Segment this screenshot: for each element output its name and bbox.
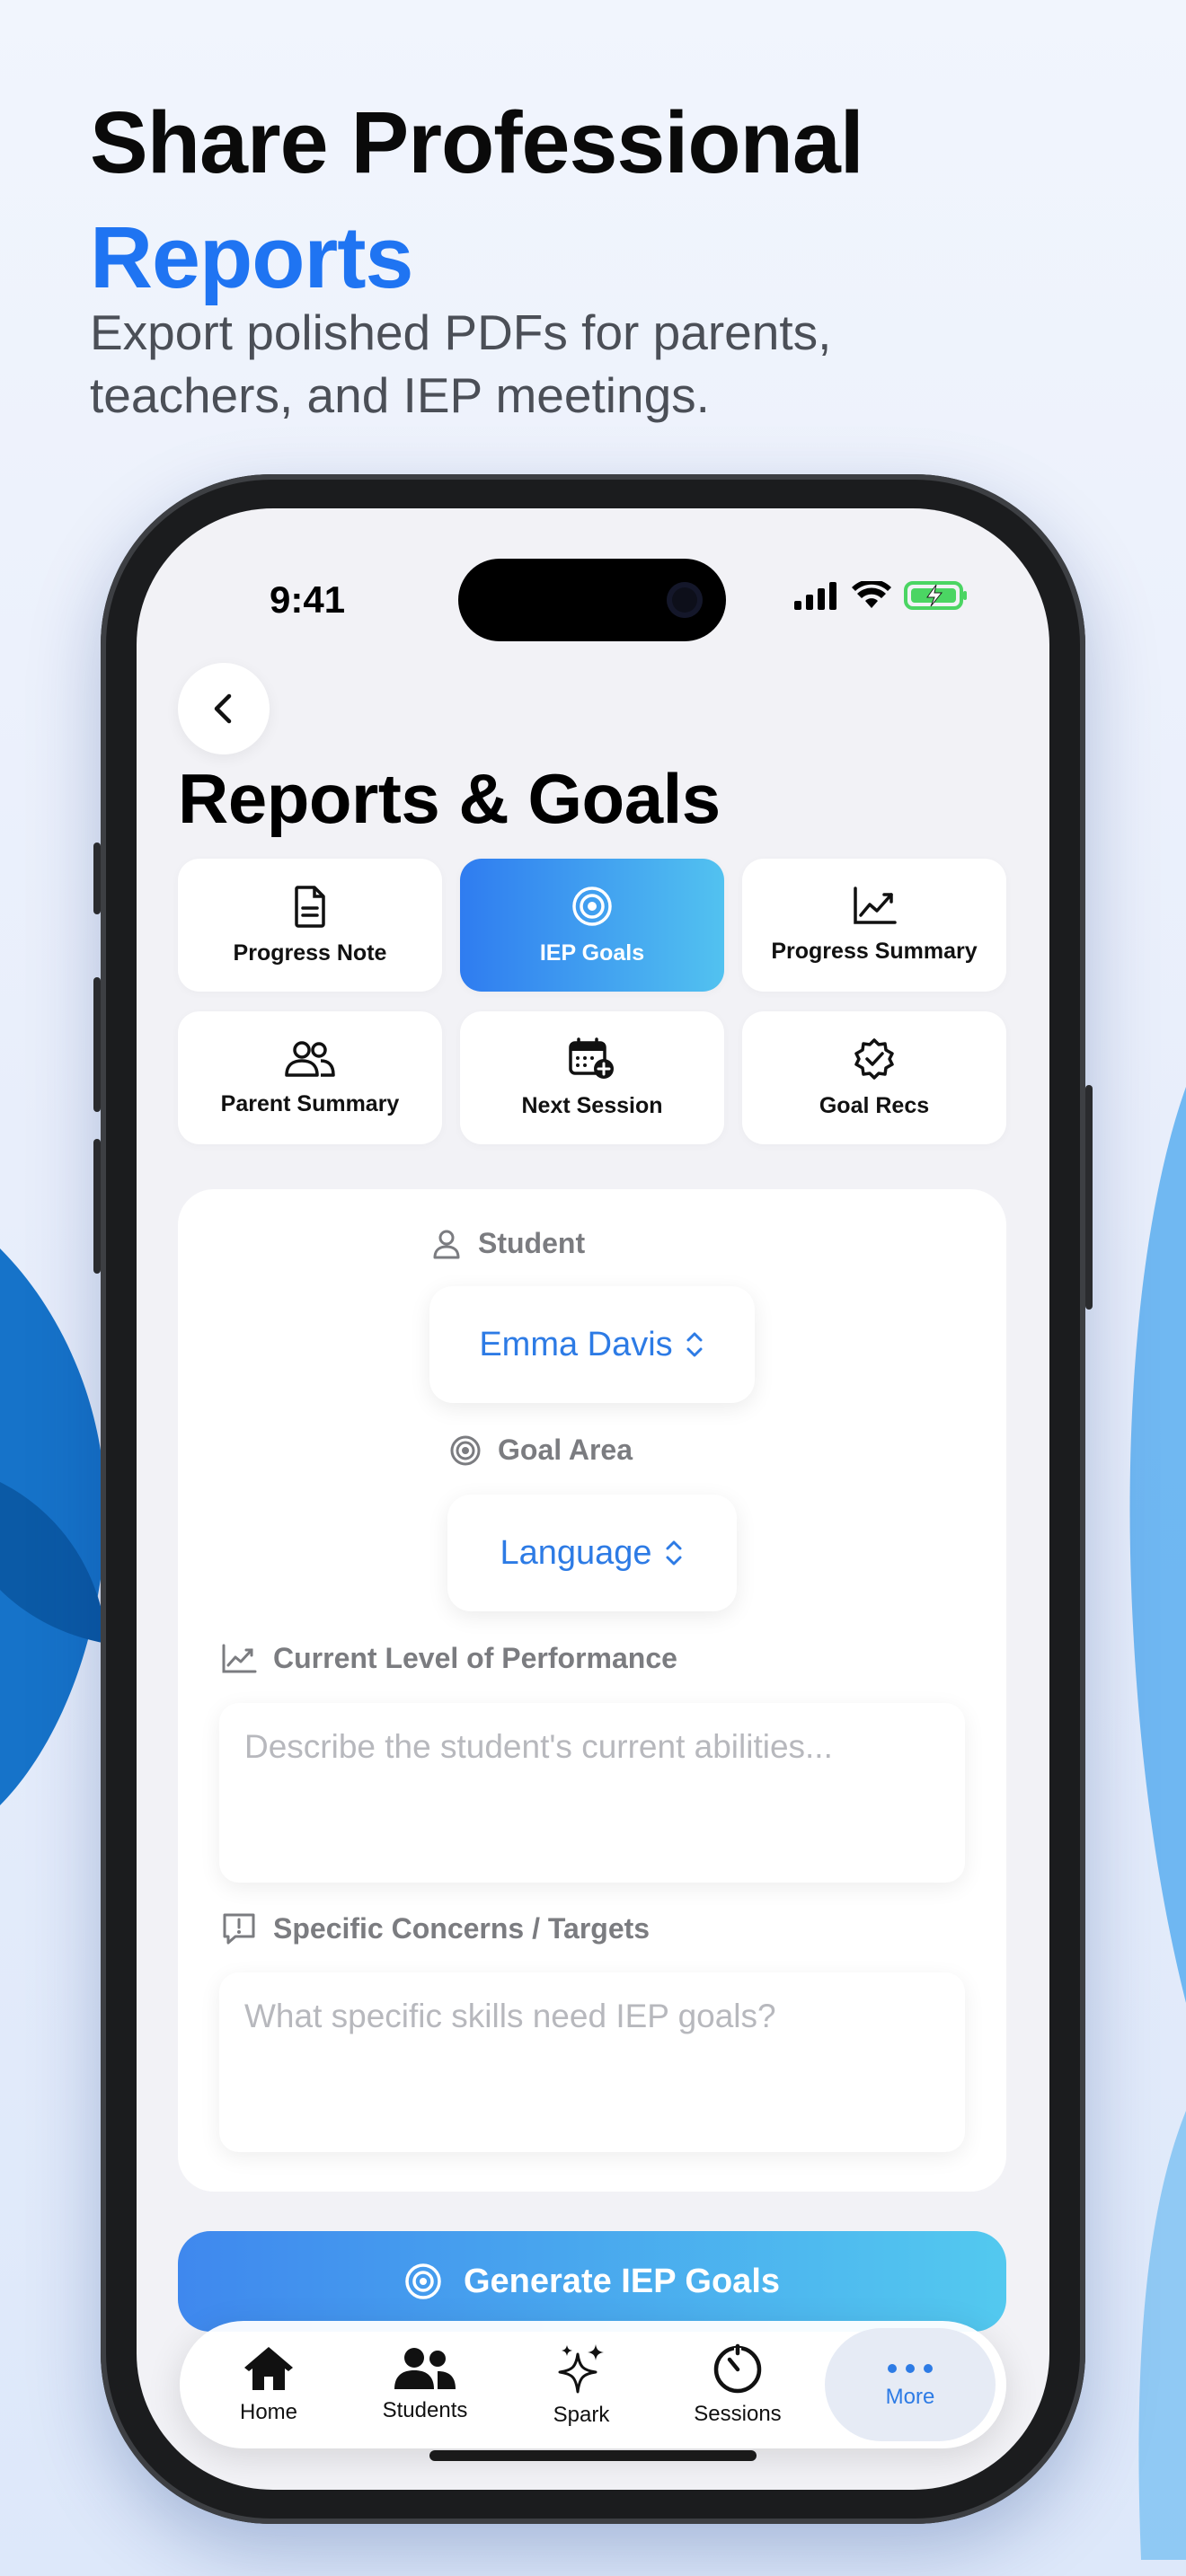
performance-label: Current Level of Performance bbox=[273, 1642, 677, 1674]
marketing-headline: Share Professional Reports bbox=[90, 85, 864, 315]
concerns-placeholder: What specific skills need IEP goals? bbox=[244, 1998, 776, 2034]
people-icon bbox=[394, 2348, 456, 2389]
chevron-up-down-icon bbox=[686, 1332, 703, 1357]
marketing-subhead: Export polished PDFs for parents, teache… bbox=[90, 304, 832, 423]
chevron-up-down-icon bbox=[666, 1540, 682, 1566]
tile-next-session[interactable]: Next Session bbox=[460, 1011, 724, 1144]
ellipsis-icon bbox=[888, 2364, 933, 2373]
target-icon bbox=[450, 1435, 481, 1465]
wifi-icon bbox=[852, 581, 891, 608]
goal-area-label: Goal Area bbox=[498, 1434, 633, 1466]
performance-label-row: Current Level of Performance bbox=[221, 1642, 677, 1675]
target-icon bbox=[405, 2263, 441, 2299]
tile-progress-summary[interactable]: Progress Summary bbox=[742, 859, 1006, 992]
house-icon bbox=[244, 2347, 293, 2390]
person-icon bbox=[433, 1230, 460, 1258]
report-type-grid: Progress Note IEP Goals Progress Summary bbox=[178, 859, 1006, 1144]
goal-area-picker[interactable]: Language bbox=[447, 1495, 737, 1611]
tile-progress-note[interactable]: Progress Note bbox=[178, 859, 442, 992]
tab-spark[interactable]: Spark bbox=[505, 2321, 658, 2448]
battery-charging-icon bbox=[904, 581, 967, 610]
goal-area-value: Language bbox=[500, 1533, 652, 1572]
dynamic-island bbox=[458, 559, 726, 641]
performance-placeholder: Describe the student's current abilities… bbox=[244, 1728, 833, 1765]
chevron-left-icon bbox=[214, 693, 232, 724]
tile-label: Next Session bbox=[521, 1092, 663, 1118]
app-screen: 9:41 Reports & Goals Progress Note IEP G… bbox=[137, 508, 1049, 2490]
generate-iep-goals-button[interactable]: Generate IEP Goals bbox=[178, 2231, 1006, 2332]
tab-bar: Home Students Spark Sessions More bbox=[180, 2321, 1006, 2448]
tile-label: Parent Summary bbox=[220, 1090, 400, 1116]
tab-label: Home bbox=[239, 2400, 298, 2424]
headline-line-2: Reports bbox=[90, 208, 413, 306]
tab-sessions[interactable]: Sessions bbox=[661, 2321, 814, 2448]
tab-more[interactable]: More bbox=[825, 2328, 996, 2441]
tile-label: Progress Summary bbox=[771, 938, 978, 964]
tab-label: Spark bbox=[553, 2403, 610, 2427]
page-title: Reports & Goals bbox=[178, 759, 721, 838]
goal-area-label-row: Goal Area bbox=[449, 1434, 633, 1467]
tab-label: More bbox=[885, 2385, 935, 2409]
tile-parent-summary[interactable]: Parent Summary bbox=[178, 1011, 442, 1144]
people-icon bbox=[285, 1040, 335, 1077]
concerns-label-row: Specific Concerns / Targets bbox=[221, 1911, 650, 1945]
status-time: 9:41 bbox=[270, 578, 346, 621]
iep-form-card: Student Emma Davis Goal Area Language Cu… bbox=[178, 1189, 1006, 2192]
concerns-label: Specific Concerns / Targets bbox=[273, 1911, 651, 1945]
performance-textarea[interactable]: Describe the student's current abilities… bbox=[219, 1703, 965, 1883]
home-indicator bbox=[429, 2450, 757, 2461]
student-value: Emma Davis bbox=[479, 1325, 673, 1363]
student-picker[interactable]: Emma Davis bbox=[429, 1286, 755, 1403]
tile-label: Goal Recs bbox=[819, 1092, 930, 1118]
tile-goal-recs[interactable]: Goal Recs bbox=[742, 1011, 1006, 1144]
target-icon bbox=[572, 886, 612, 926]
tile-label: IEP Goals bbox=[539, 940, 645, 966]
tile-label: Progress Note bbox=[233, 940, 387, 966]
student-label: Student bbox=[478, 1227, 586, 1259]
timer-icon bbox=[713, 2343, 762, 2394]
tab-students[interactable]: Students bbox=[349, 2321, 501, 2448]
headline-line-1: Share Professional bbox=[90, 93, 864, 191]
sparkles-icon bbox=[558, 2344, 604, 2394]
tab-home[interactable]: Home bbox=[192, 2321, 345, 2448]
exclamation-bubble-icon bbox=[223, 1913, 255, 1945]
signal-icon bbox=[794, 582, 836, 610]
chart-line-icon bbox=[222, 1644, 257, 1672]
tab-label: Students bbox=[382, 2398, 468, 2422]
phone-frame: 9:41 Reports & Goals Progress Note IEP G… bbox=[93, 474, 1093, 2524]
badge-check-icon bbox=[854, 1037, 894, 1080]
generate-label: Generate IEP Goals bbox=[463, 2262, 781, 2300]
document-icon bbox=[295, 885, 325, 928]
status-icons bbox=[792, 580, 969, 611]
calendar-plus-icon bbox=[569, 1037, 614, 1079]
tab-label: Sessions bbox=[694, 2402, 782, 2426]
student-label-row: Student bbox=[431, 1227, 585, 1260]
tile-iep-goals[interactable]: IEP Goals bbox=[460, 859, 724, 992]
chart-line-icon bbox=[854, 886, 897, 924]
concerns-textarea[interactable]: What specific skills need IEP goals? bbox=[219, 1972, 965, 2152]
back-button[interactable] bbox=[178, 663, 270, 754]
